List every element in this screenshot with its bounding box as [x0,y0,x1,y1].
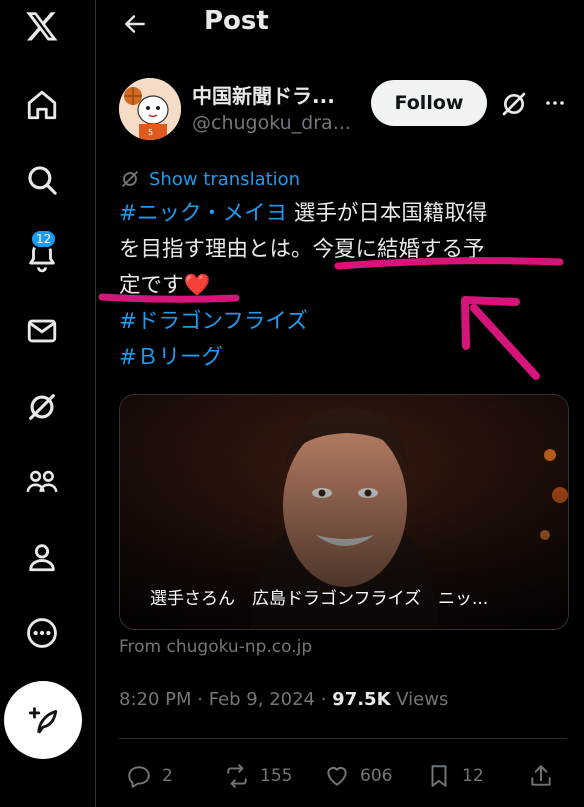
communities-icon[interactable] [22,462,62,502]
reply-count: 2 [162,766,173,786]
x-logo-icon[interactable] [22,6,62,46]
post-date[interactable]: Feb 9, 2024 [209,689,315,710]
hashtag-link[interactable]: #ドラゴンフライズ [119,304,564,340]
author-avatar[interactable]: 5 [119,78,181,140]
action-bar: 2 155 606 12 [126,760,566,792]
show-translation-link[interactable]: Show translation [119,166,300,192]
reply-button[interactable]: 2 [126,760,173,792]
repost-icon [227,764,247,788]
page-title: Post [204,6,269,36]
hashtag-link[interactable]: #Ｂリーグ [119,340,564,376]
card-caption: 選手さろん 広島ドラゴンフライズ ニッ... [150,589,489,609]
views-count: 97.5K [332,689,391,710]
grok-icon[interactable] [22,387,62,427]
search-icon[interactable] [22,160,62,200]
messages-icon[interactable] [22,311,62,351]
show-translation-label: Show translation [149,168,301,190]
views-label: Views [396,689,449,710]
heart-emoji: ❤️ [183,273,211,298]
like-count: 606 [360,766,393,786]
notifications-badge: 12 [30,229,58,249]
bookmark-button[interactable]: 12 [426,760,484,792]
bookmark-count: 12 [462,766,484,786]
card-source-link[interactable]: From chugoku-np.co.jp [119,637,312,657]
share-button[interactable] [528,760,554,792]
sidebar: 12 [0,0,96,807]
grok-icon [122,171,138,187]
like-button[interactable]: 606 [324,760,392,792]
home-icon[interactable] [22,85,62,125]
reply-icon [128,766,150,788]
post-time[interactable]: 8:20 PM [119,689,192,710]
tweet-text-line1: 選手が日本国籍取得 [287,201,488,226]
tweet-text-line3: 定です [119,273,184,298]
more-horizontal-icon[interactable] [540,88,570,118]
share-icon [531,765,551,786]
repost-button[interactable]: 155 [224,760,292,792]
tweet-text: #ニック・メイヨ 選手が日本国籍取得 を目指す理由とは。今夏に結婚する予 定です… [119,196,564,376]
repost-count: 155 [260,766,293,786]
author-handle[interactable]: @chugoku_dra... [192,112,356,134]
tweet-text-line2: を目指す理由とは。今夏に結婚する予 [119,237,485,262]
svg-text:5: 5 [148,128,153,137]
link-preview-card[interactable]: 選手さろん 広島ドラゴンフライズ ニッ... [119,394,569,630]
compose-post-button[interactable] [4,681,82,759]
back-arrow-icon[interactable] [119,8,151,40]
follow-button[interactable]: Follow [371,80,487,126]
grok-explain-icon[interactable] [498,88,530,120]
bookmark-icon [431,765,447,787]
feather-plus-icon [28,707,58,734]
author-name[interactable]: 中国新聞ドラ... [192,80,350,109]
divider [119,738,567,739]
profile-icon[interactable] [22,537,62,577]
heart-icon [327,766,347,786]
main-column: Post 5 中国新聞ドラ... @chugoku_dra... Follow … [96,0,584,807]
hashtag-link[interactable]: #ニック・メイヨ [119,201,287,226]
more-options-icon[interactable] [22,613,62,653]
post-metadata: 8:20 PM · Feb 9, 2024 · 97.5K Views [119,689,449,710]
